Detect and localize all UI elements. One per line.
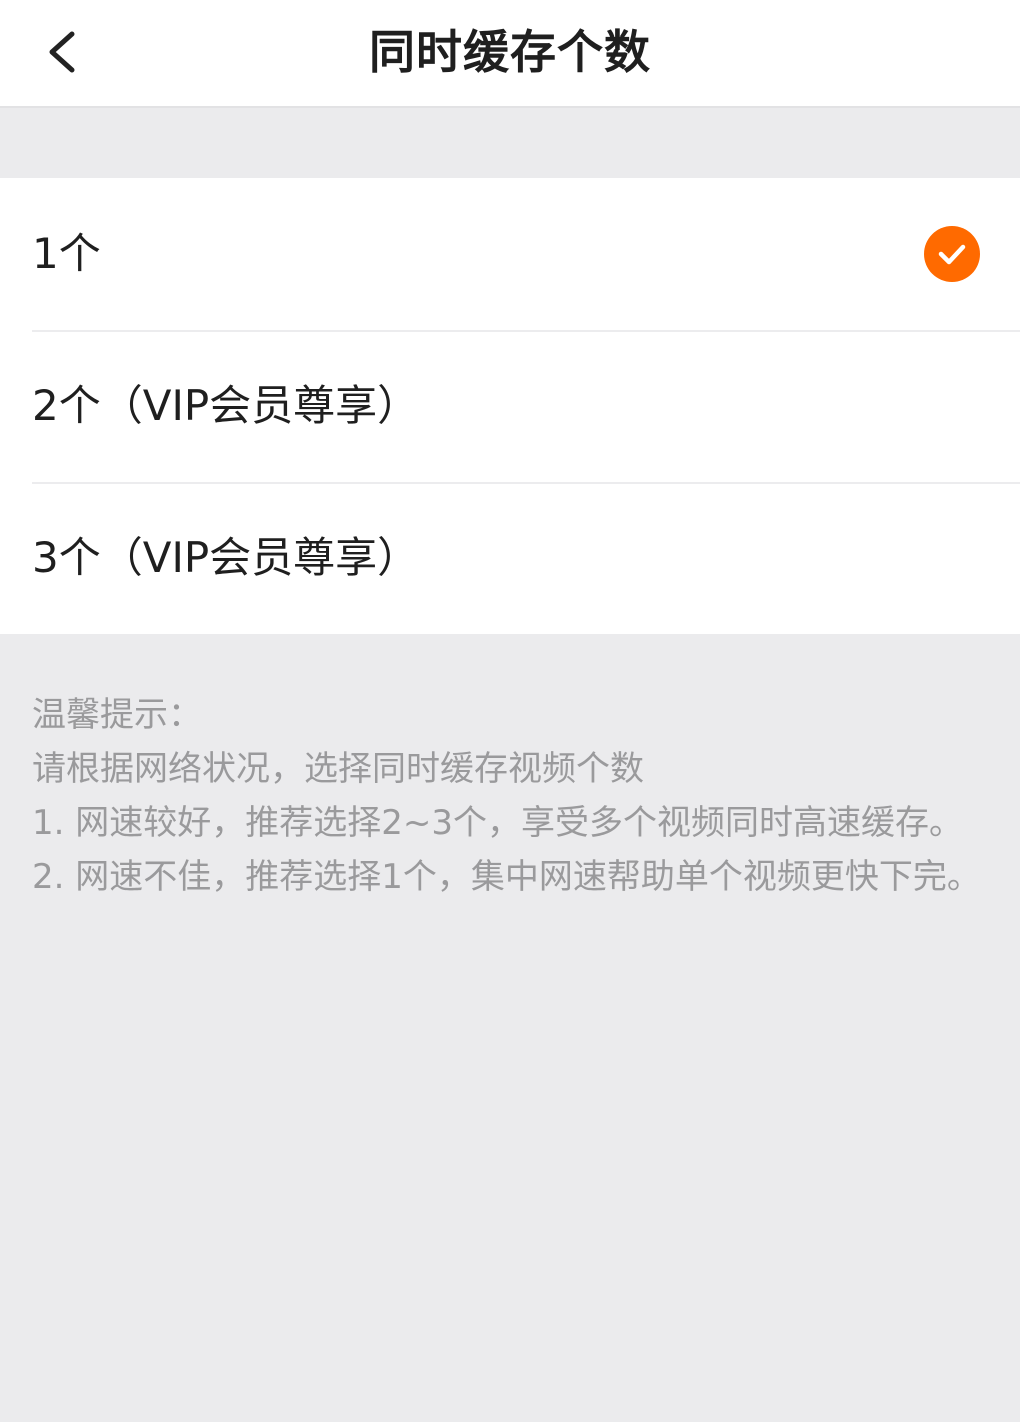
tips-section: 温馨提示： 请根据网络状况，选择同时缓存视频个数 1. 网速较好，推荐选择2~3… <box>32 688 992 904</box>
tips-line: 2. 网速不佳，推荐选择1个，集中网速帮助单个视频更快下完。 <box>32 857 981 897</box>
option-1[interactable]: 1个 <box>0 178 1020 330</box>
tips-line: 请根据网络状况，选择同时缓存视频个数 <box>32 749 644 789</box>
tips-line: 1. 网速较好，推荐选择2~3个，享受多个视频同时高速缓存。 <box>32 803 963 843</box>
nav-bar: 同时缓存个数 <box>0 0 1020 108</box>
option-label: 3个（VIP会员尊享） <box>32 533 420 582</box>
option-label: 1个 <box>32 229 101 278</box>
option-label: 2个（VIP会员尊享） <box>32 381 420 430</box>
option-2[interactable]: 2个（VIP会员尊享） <box>0 330 1020 482</box>
check-circle-icon <box>924 226 980 282</box>
cache-count-options: 1个 2个（VIP会员尊享） 3个（VIP会员尊享） <box>0 178 1020 634</box>
option-3[interactable]: 3个（VIP会员尊享） <box>0 482 1020 634</box>
tips-heading: 温馨提示： <box>32 695 202 735</box>
page-title: 同时缓存个数 <box>369 25 651 79</box>
